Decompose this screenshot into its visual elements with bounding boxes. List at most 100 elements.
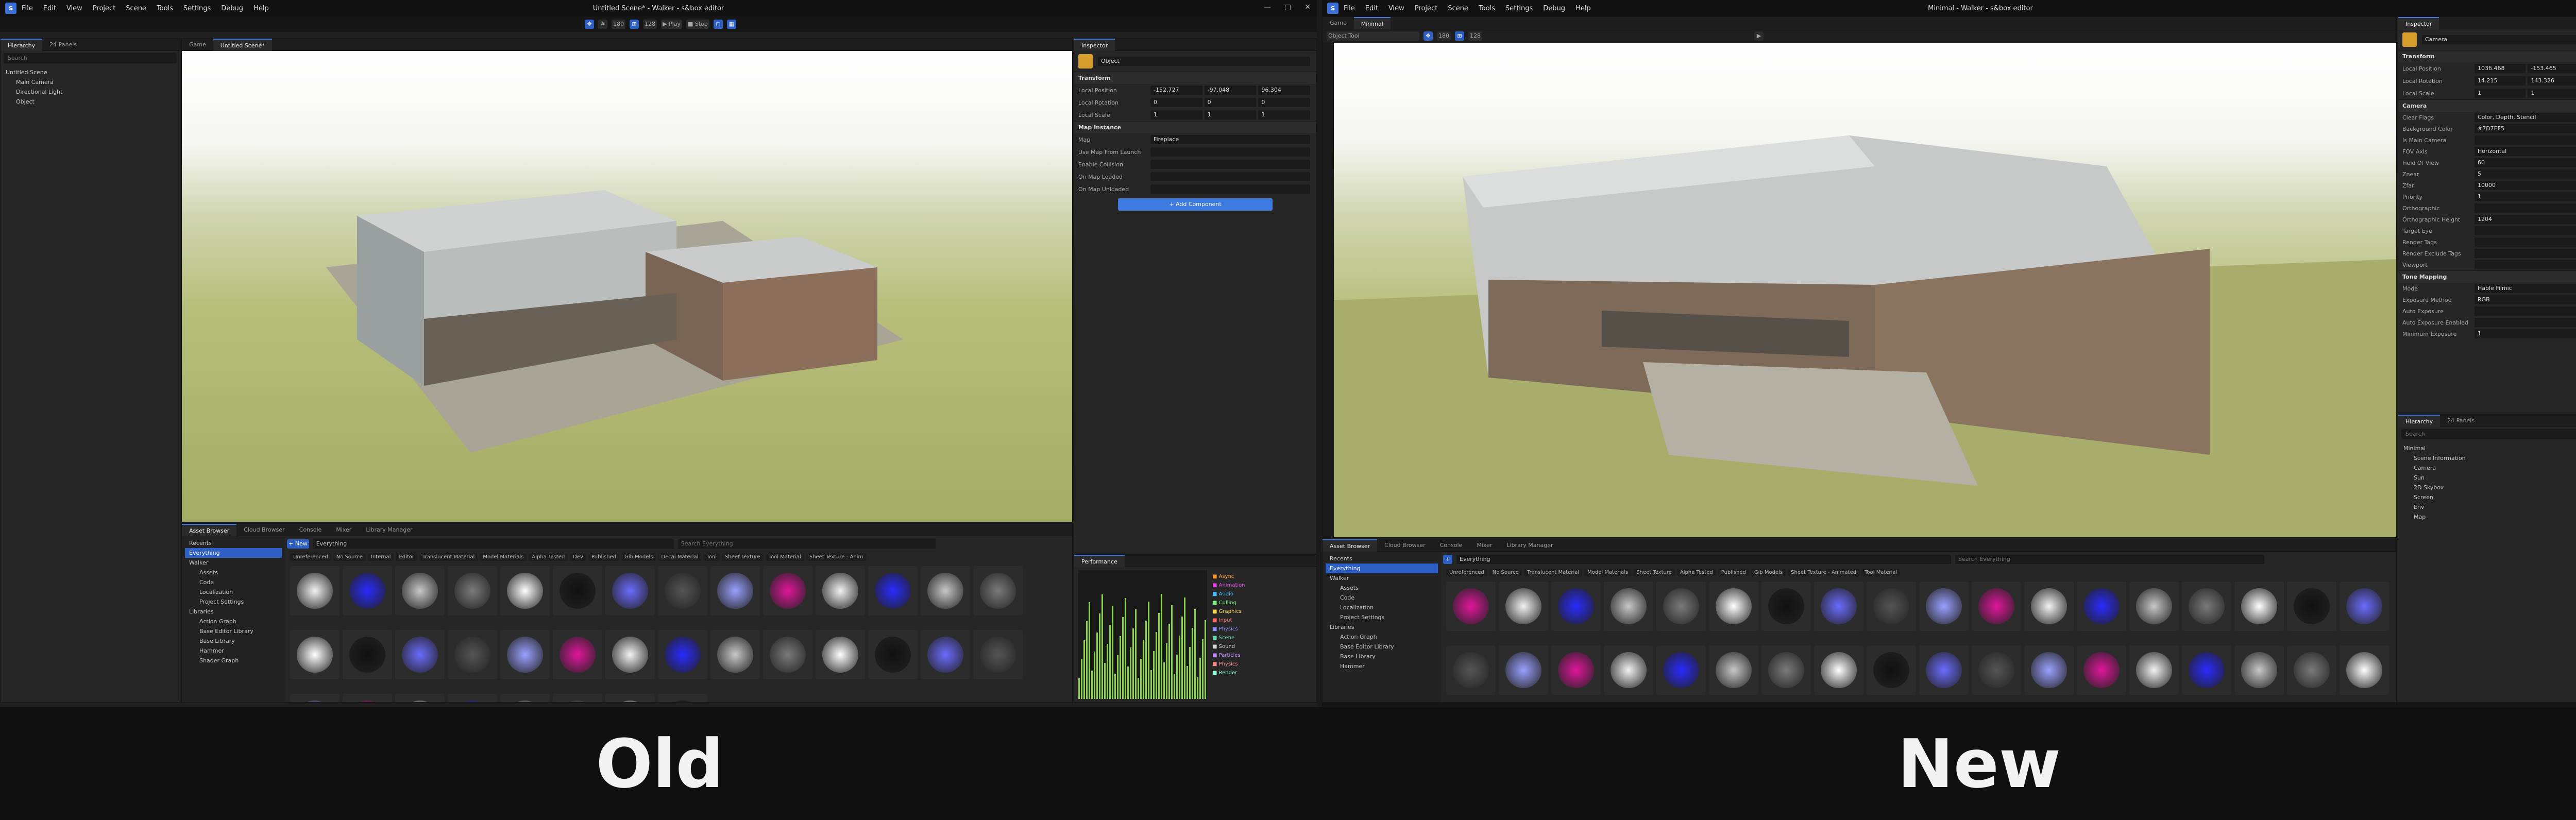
inspector-row[interactable]: Exposure Method RGB: [2398, 294, 2576, 305]
filter-chip[interactable]: Gib Models: [1751, 569, 1786, 576]
asset-tile[interactable]: [763, 630, 812, 691]
play-button[interactable]: ▶ Play: [661, 20, 682, 29]
move-tool-icon[interactable]: ✥: [585, 20, 595, 29]
filter-bar[interactable]: Unreferenced No Source Internal Editor Trans…: [287, 552, 1072, 562]
tab-library-manager[interactable]: Library Manager: [359, 524, 419, 536]
path-bar[interactable]: Everything: [313, 539, 674, 549]
asset-tile[interactable]: [1499, 645, 1548, 702]
tab-library-manager[interactable]: Library Manager: [1499, 539, 1560, 552]
asset-tile[interactable]: [1919, 582, 1969, 642]
inspector-row[interactable]: Local Position -152.727 -97.048 96.304: [1074, 84, 1316, 96]
snap-icon[interactable]: ⊞: [630, 20, 639, 29]
asset-tile[interactable]: [1709, 582, 1758, 642]
tree-item[interactable]: Camera: [2401, 463, 2576, 473]
tree-item[interactable]: Env: [2401, 502, 2576, 512]
field-y[interactable]: -153.465: [2528, 64, 2576, 73]
minimize-icon[interactable]: —: [1264, 3, 1271, 11]
search-input[interactable]: Search: [2401, 429, 2576, 439]
snap-size[interactable]: 128: [1468, 31, 1482, 41]
filter-chip[interactable]: Editor: [396, 553, 418, 561]
filter-chip[interactable]: Published: [588, 553, 620, 561]
tool-selector[interactable]: Object Tool: [1327, 31, 1419, 41]
inspector-row[interactable]: Use Map From Launch: [1074, 146, 1316, 158]
field-value[interactable]: RGB: [2475, 295, 2576, 304]
menu-item[interactable]: Help: [1575, 5, 1591, 12]
asset-tile[interactable]: [290, 566, 340, 627]
snap-icon[interactable]: ⊞: [1455, 31, 1464, 41]
field-value[interactable]: [1150, 147, 1310, 157]
folder-item[interactable]: Assets: [1326, 583, 1438, 593]
asset-tile[interactable]: [658, 694, 707, 702]
asset-tile[interactable]: [2024, 645, 2074, 702]
field-value[interactable]: Fireplace: [1150, 135, 1310, 144]
inspector-row[interactable]: Znear 5: [2398, 168, 2576, 180]
folder-item[interactable]: Libraries: [185, 607, 282, 617]
filter-chip[interactable]: Sheet Texture: [721, 553, 764, 561]
asset-search-input[interactable]: Search Everything: [1955, 555, 2264, 564]
field-x[interactable]: 1: [2475, 89, 2526, 98]
menu-item[interactable]: Edit: [1365, 5, 1378, 12]
inspector-row[interactable]: Viewport: [2398, 259, 2576, 270]
inspector-row[interactable]: Clear Flags Color, Depth, Stencil: [2398, 112, 2576, 123]
filter-chip[interactable]: Gib Models: [621, 553, 656, 561]
folder-item[interactable]: Everything: [1326, 563, 1438, 573]
field-y[interactable]: 1: [1204, 110, 1257, 119]
filter-chip[interactable]: No Source: [333, 553, 366, 561]
tone-mapping-header[interactable]: Tone Mapping: [2398, 270, 2576, 283]
field-value[interactable]: 1: [2475, 192, 2576, 201]
select-tool-icon[interactable]: ◻: [713, 20, 723, 29]
tree-item[interactable]: Directional Light: [4, 87, 177, 97]
camera-header[interactable]: Camera: [2398, 99, 2576, 112]
tab-game[interactable]: Game: [182, 39, 213, 51]
inspector-row[interactable]: Map Fireplace: [1074, 133, 1316, 146]
close-icon[interactable]: ✕: [1304, 3, 1311, 11]
inspector-row[interactable]: On Map Loaded: [1074, 170, 1316, 183]
asset-tile[interactable]: [395, 566, 445, 627]
asset-tile[interactable]: [921, 630, 970, 691]
field-value[interactable]: Hable Filmic: [2475, 284, 2576, 293]
inspector-row[interactable]: Orthographic Height 1204: [2398, 214, 2576, 225]
asset-tile[interactable]: [868, 630, 918, 691]
inspector-row[interactable]: Local Rotation14.215143.3260: [2398, 75, 2576, 87]
tab-cloud-browser[interactable]: Cloud Browser: [236, 524, 292, 536]
scene-tree[interactable]: Minimal Scene Information Camera Sun 2D Skyb…: [2398, 441, 2576, 524]
inspector-row[interactable]: Render Exclude Tags: [2398, 248, 2576, 259]
field-value[interactable]: Horizontal: [2475, 147, 2576, 156]
asset-tile[interactable]: [710, 630, 760, 691]
asset-tile[interactable]: [2077, 645, 2126, 702]
asset-tile[interactable]: [2287, 645, 2336, 702]
asset-tile[interactable]: [763, 566, 812, 627]
asset-tile[interactable]: [973, 630, 1023, 691]
scene-viewport[interactable]: [1334, 43, 2396, 537]
field-x[interactable]: 1036.468: [2475, 64, 2526, 73]
inspector-row[interactable]: Enable Collision: [1074, 158, 1316, 170]
field-x[interactable]: 0: [1150, 98, 1202, 107]
asset-tile[interactable]: [2129, 582, 2179, 642]
asset-tile[interactable]: [2340, 645, 2389, 702]
field-y[interactable]: 1: [2528, 89, 2576, 98]
filter-chip[interactable]: Published: [1718, 569, 1749, 576]
filter-chip[interactable]: Tool Material: [765, 553, 804, 561]
filter-chip[interactable]: Unreferenced: [1446, 569, 1487, 576]
menu-item[interactable]: File: [22, 5, 33, 12]
field-value[interactable]: [2475, 249, 2576, 258]
menu-bar[interactable]: File Edit View Project Scene Tools Settings Deb…: [1344, 5, 1601, 12]
filter-chip[interactable]: Decal Material: [658, 553, 702, 561]
new-button[interactable]: +: [1443, 555, 1452, 564]
asset-tile[interactable]: [1499, 582, 1548, 642]
tab-hierarchy[interactable]: Hierarchy: [1, 39, 43, 51]
field-value[interactable]: [2475, 226, 2576, 235]
folder-item[interactable]: Shader Graph: [185, 656, 282, 665]
inspector-row[interactable]: Target Eye: [2398, 225, 2576, 236]
inspector-row[interactable]: On Map Unloaded: [1074, 183, 1316, 195]
search-input[interactable]: Search: [4, 53, 177, 63]
asset-tile[interactable]: [290, 630, 340, 691]
folder-item[interactable]: Code: [1326, 593, 1438, 603]
inspector-row[interactable]: Auto Exposure Enabled: [2398, 317, 2576, 328]
folder-item[interactable]: Code: [185, 577, 282, 587]
inspector-row[interactable]: Mode Hable Filmic: [2398, 283, 2576, 294]
move-tool-icon[interactable]: ✥: [1423, 31, 1433, 41]
field-value[interactable]: [2475, 237, 2576, 247]
menu-item[interactable]: Tools: [1479, 5, 1495, 12]
folder-item[interactable]: Localization: [185, 587, 282, 597]
